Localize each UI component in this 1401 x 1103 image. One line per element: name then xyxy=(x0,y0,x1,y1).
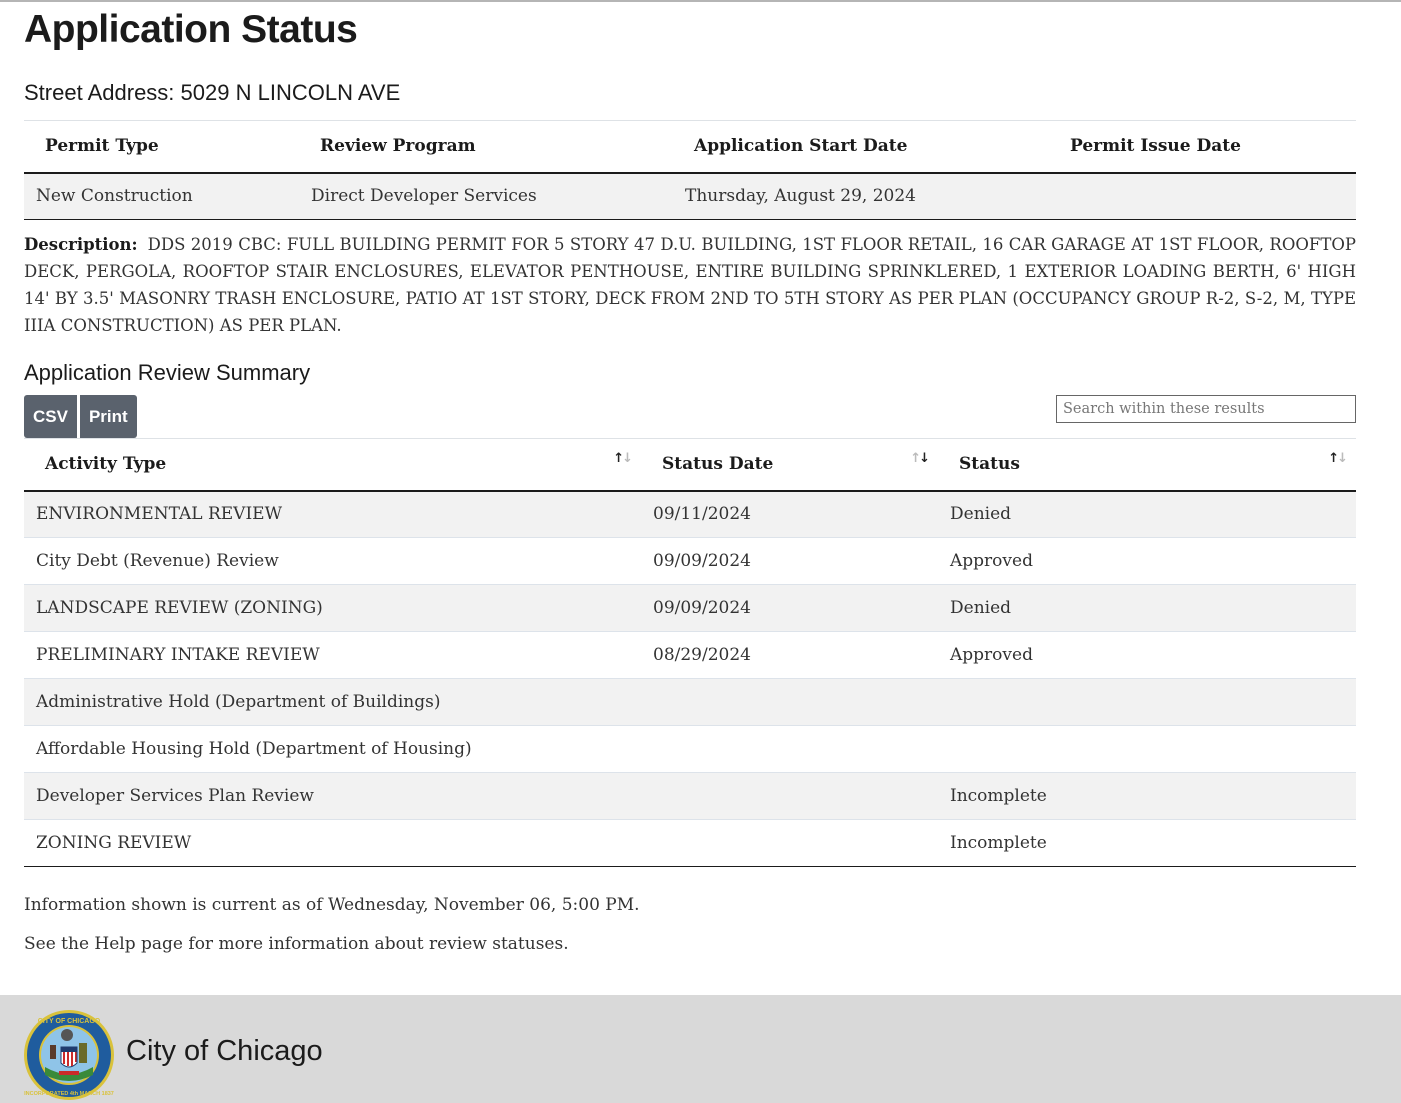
permit-table: Permit Type Review Program Application S… xyxy=(24,120,1356,220)
header-permit-type: Permit Type xyxy=(24,120,299,174)
description-text: DDS 2019 CBC: FULL BUILDING PERMIT FOR 5… xyxy=(24,235,1356,335)
sort-down-arrow-icon: ↓ xyxy=(622,451,633,466)
application-start-date-value: Thursday, August 29, 2024 xyxy=(673,172,1049,220)
review-table-row: ENVIRONMENTAL REVIEW 09/11/2024 Denied xyxy=(24,490,1356,538)
status-date-cell xyxy=(641,819,938,867)
print-button[interactable]: Print xyxy=(79,395,137,438)
activity-type-cell: ENVIRONMENTAL REVIEW xyxy=(24,490,641,538)
status-cell: Incomplete xyxy=(938,819,1356,867)
status-cell: Denied xyxy=(938,490,1356,538)
header-status-date[interactable]: Status Date ↑↓ xyxy=(641,438,938,492)
permit-issue-date-value xyxy=(1049,172,1356,220)
status-date-cell xyxy=(641,772,938,820)
status-cell xyxy=(938,678,1356,726)
review-table-row: Developer Services Plan Review Incomplete xyxy=(24,772,1356,820)
activity-type-cell: City Debt (Revenue) Review xyxy=(24,537,641,585)
review-table-body: ENVIRONMENTAL REVIEW 09/11/2024 Denied City… xyxy=(24,490,1356,867)
review-header-row: Activity Type ↑↓ Status Date ↑↓ Status ↑… xyxy=(24,438,1356,492)
permit-row: New Construction Direct Developer Servic… xyxy=(24,172,1356,220)
status-cell: Denied xyxy=(938,584,1356,632)
help-suffix: for more information about review status… xyxy=(183,934,569,954)
activity-type-cell: Administrative Hold (Department of Build… xyxy=(24,678,641,726)
current-as-of-text: Information shown is current as of Wedne… xyxy=(24,895,640,915)
header-status[interactable]: Status ↑↓ xyxy=(938,438,1356,492)
sort-icon[interactable]: ↑↓ xyxy=(613,451,633,466)
status-cell: Incomplete xyxy=(938,772,1356,820)
status-date-cell: 09/09/2024 xyxy=(641,537,938,585)
activity-type-cell: LANDSCAPE REVIEW (ZONING) xyxy=(24,584,641,632)
activity-type-cell: Developer Services Plan Review xyxy=(24,772,641,820)
sort-up-arrow-icon: ↑ xyxy=(1328,451,1339,466)
status-date-cell: 09/11/2024 xyxy=(641,490,938,538)
header-status-date-label: Status Date xyxy=(662,454,774,475)
seal-top-text: CITY OF CHICAGO xyxy=(38,1018,101,1025)
review-table-row: Administrative Hold (Department of Build… xyxy=(24,678,1356,726)
permit-type-value: New Construction xyxy=(24,172,299,220)
review-table-row: Affordable Housing Hold (Department of H… xyxy=(24,725,1356,773)
header-activity-type-label: Activity Type xyxy=(45,454,167,475)
sort-up-arrow-icon: ↑ xyxy=(910,451,921,466)
sort-up-arrow-icon: ↑ xyxy=(613,451,624,466)
help-text: See the Help page for more information a… xyxy=(24,934,569,954)
header-activity-type[interactable]: Activity Type ↑↓ xyxy=(24,438,641,492)
activity-type-cell: ZONING REVIEW xyxy=(24,819,641,867)
seal-bottom-text: INCORPORATED 4th MARCH 1837 xyxy=(24,1091,114,1097)
city-of-chicago-seal-icon[interactable]: CITY OF CHICAGO INCORPORATED 4th MARCH 1… xyxy=(23,1009,115,1101)
status-date-cell xyxy=(641,725,938,773)
status-date-cell: 09/09/2024 xyxy=(641,584,938,632)
review-table-row: PRELIMINARY INTAKE REVIEW 08/29/2024 Appro… xyxy=(24,631,1356,679)
sort-icon[interactable]: ↑↓ xyxy=(1328,451,1348,466)
status-cell: Approved xyxy=(938,537,1356,585)
header-status-label: Status xyxy=(959,454,1020,475)
export-button-group: CSV Print xyxy=(24,395,137,438)
sort-descending-icon[interactable]: ↑↓ xyxy=(910,451,930,466)
street-address-value: 5029 N LINCOLN AVE xyxy=(180,80,401,105)
page-title: Application Status xyxy=(24,8,358,51)
status-date-cell: 08/29/2024 xyxy=(641,631,938,679)
review-program-value: Direct Developer Services xyxy=(299,172,673,220)
description-label: Description: xyxy=(24,235,138,254)
status-cell: Approved xyxy=(938,631,1356,679)
activity-type-cell: PRELIMINARY INTAKE REVIEW xyxy=(24,631,641,679)
review-summary-title: Application Review Summary xyxy=(24,360,311,385)
header-permit-issue-date: Permit Issue Date xyxy=(1049,120,1356,174)
help-page-link[interactable]: Help page xyxy=(94,934,183,954)
review-table-row: LANDSCAPE REVIEW (ZONING) 09/09/2024 Denie… xyxy=(24,584,1356,632)
sort-down-arrow-icon: ↓ xyxy=(1337,451,1348,466)
review-table-row: City Debt (Revenue) Review 09/09/2024 Appr… xyxy=(24,537,1356,585)
street-address-label: Street Address: xyxy=(24,80,175,105)
sort-down-arrow-icon: ↓ xyxy=(919,451,930,466)
description: Description: DDS 2019 CBC: FULL BUILDING … xyxy=(24,231,1356,339)
help-prefix: See the xyxy=(24,934,95,954)
footer-city-name[interactable]: City of Chicago xyxy=(126,1035,323,1068)
header-application-start-date: Application Start Date xyxy=(673,120,1049,174)
status-date-cell xyxy=(641,678,938,726)
permit-header-row: Permit Type Review Program Application S… xyxy=(24,120,1356,174)
header-review-program: Review Program xyxy=(299,120,673,174)
review-table-row: ZONING REVIEW Incomplete xyxy=(24,819,1356,867)
street-address: Street Address: 5029 N LINCOLN AVE xyxy=(24,80,400,106)
csv-button[interactable]: CSV xyxy=(24,395,77,438)
review-summary-table: Activity Type ↑↓ Status Date ↑↓ Status ↑… xyxy=(24,438,1356,867)
footer: CITY OF CHICAGO INCORPORATED 4th MARCH 1… xyxy=(0,995,1401,1103)
activity-type-cell: Affordable Housing Hold (Department of H… xyxy=(24,725,641,773)
search-results-input[interactable] xyxy=(1056,395,1356,423)
status-cell xyxy=(938,725,1356,773)
